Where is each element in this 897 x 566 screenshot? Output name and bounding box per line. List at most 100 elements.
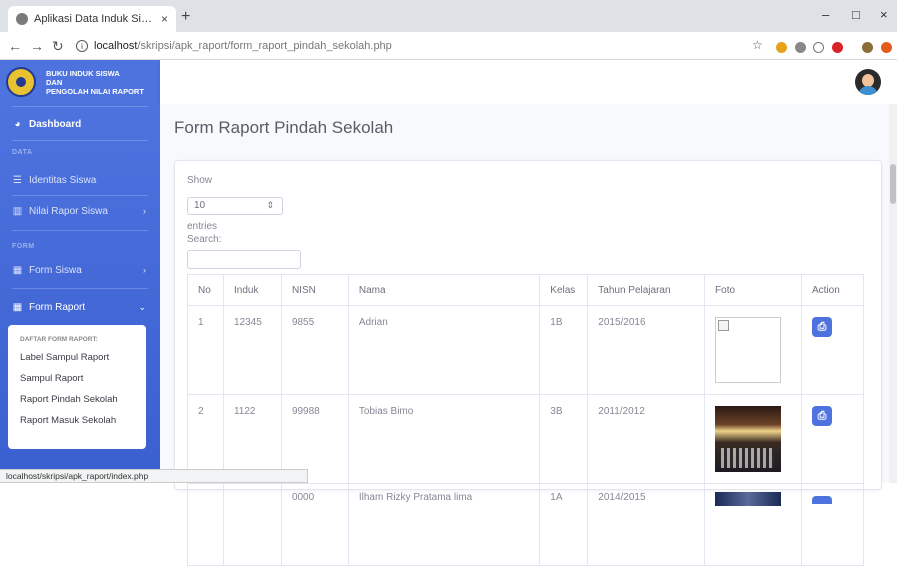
datatable-card: Show 10 ⇕ entries Search: No Induk NISN …: [174, 160, 882, 566]
sidebar-item-form-raport[interactable]: ▦ Form Raport ⌄: [0, 297, 160, 317]
browser-tab[interactable]: Aplikasi Data Induk Siswa Dan N ×: [8, 6, 176, 32]
cell-nama: Ilham Rizky Pratama lima: [347, 483, 541, 566]
sidebar-item-form-siswa[interactable]: ▦ Form Siswa ›: [0, 260, 160, 280]
table-icon: ▦: [12, 264, 23, 276]
extension-icon[interactable]: [832, 42, 843, 53]
chevron-right-icon: ›: [143, 265, 146, 275]
sidebar-item-dashboard[interactable]: ◕ Dashboard: [0, 114, 160, 134]
back-arrow-icon[interactable]: ←: [8, 38, 22, 54]
cell-action: ⎙: [801, 305, 864, 395]
profile-icon[interactable]: [862, 42, 873, 53]
window-close-button[interactable]: ×: [880, 7, 888, 22]
minimize-button[interactable]: –: [822, 7, 829, 22]
print-button[interactable]: ⎙: [812, 317, 832, 337]
status-url-bar: localhost/skripsi/apk_raport/index.php: [0, 469, 308, 483]
cell-foto: [704, 483, 802, 566]
submenu-item-label-sampul-raport[interactable]: Label Sampul Raport: [8, 347, 146, 368]
extension-icon[interactable]: [776, 42, 787, 53]
cell-induk: [222, 483, 282, 566]
extension-icon[interactable]: [881, 42, 892, 53]
broken-image-icon: [715, 317, 782, 383]
brand-text: BUKU INDUK SISWA DAN PENGOLAH NILAI RAPO…: [46, 69, 144, 96]
print-button[interactable]: [812, 496, 832, 504]
cell-kelas: 1A: [539, 483, 589, 566]
school-logo-icon: [6, 67, 36, 97]
sidebar-item-label: Form Siswa: [29, 264, 82, 276]
tab-close-icon[interactable]: ×: [161, 12, 168, 26]
column-header[interactable]: No: [187, 274, 224, 306]
submenu-item-raport-masuk-sekolah[interactable]: Raport Masuk Sekolah: [8, 410, 146, 431]
avatar[interactable]: [855, 69, 881, 95]
entries-select[interactable]: 10 ⇕: [187, 197, 283, 215]
cell-kelas: 1B: [539, 305, 589, 395]
chart-bar-icon: ▥: [12, 205, 23, 217]
favicon-icon: [16, 13, 28, 25]
print-button[interactable]: ⎙: [812, 406, 832, 426]
browser-tab-strip: Aplikasi Data Induk Siswa Dan N × + – □ …: [0, 0, 897, 32]
cell-no: [187, 483, 224, 566]
cell-tahun: 2011/2012: [587, 394, 706, 484]
url-field[interactable]: i localhost/skripsi/apk_raport/form_rapo…: [76, 35, 716, 57]
extension-icon[interactable]: [795, 42, 806, 53]
cell-tahun: 2014/2015: [587, 483, 706, 566]
entries-value: 10: [194, 200, 206, 211]
site-info-icon[interactable]: i: [76, 40, 88, 52]
sidebar-brand[interactable]: BUKU INDUK SISWA DAN PENGOLAH NILAI RAPO…: [0, 60, 160, 104]
sidebar-divider: [12, 140, 148, 141]
cell-induk: 12345: [222, 305, 282, 395]
cell-no: 1: [187, 305, 224, 395]
table-header-row: No Induk NISN Nama Kelas Tahun Pelajaran…: [187, 274, 864, 306]
column-header[interactable]: NISN: [280, 274, 349, 306]
page-scrollbar[interactable]: [889, 104, 897, 483]
list-icon: ☰: [13, 174, 22, 186]
cell-nama: Adrian: [347, 305, 541, 395]
column-header[interactable]: Induk: [222, 274, 282, 306]
chevron-right-icon: ›: [143, 206, 146, 216]
cell-nisn: 0000: [280, 483, 349, 566]
column-header[interactable]: Foto: [704, 274, 802, 306]
student-photo: [715, 492, 782, 506]
scrollbar-thumb[interactable]: [890, 164, 896, 204]
print-icon: ⎙: [817, 409, 827, 422]
cell-foto: [704, 305, 802, 395]
sidebar-item-identitas-siswa[interactable]: ☰ Identitas Siswa: [0, 170, 160, 190]
address-bar-row: ← → ↻ i localhost/skripsi/apk_raport/for…: [0, 32, 897, 60]
forward-arrow-icon[interactable]: →: [30, 38, 44, 54]
bookmark-star-icon[interactable]: ☆: [752, 38, 763, 52]
dashboard-icon: ◕: [14, 118, 21, 130]
brand-line: DAN: [46, 77, 63, 87]
url-path: /skripsi/apk_raport/form_raport_pindah_s…: [137, 40, 392, 52]
search-input[interactable]: [187, 250, 301, 269]
maximize-button[interactable]: □: [852, 7, 860, 22]
search-label: Search:: [187, 234, 222, 245]
submenu-item-raport-pindah-sekolah[interactable]: Raport Pindah Sekolah: [8, 389, 146, 410]
select-arrow-icon: ⇕: [266, 200, 274, 210]
sidebar-divider: [12, 288, 148, 289]
form-raport-submenu: DAFTAR FORM RAPORT: Label Sampul Raport …: [8, 325, 146, 449]
sidebar-divider: [12, 230, 148, 231]
cell-action: [801, 483, 864, 566]
main-content: Form Raport Pindah Sekolah Show 10 ⇕ ent…: [160, 104, 897, 566]
cell-foto: [704, 394, 802, 484]
column-header[interactable]: Kelas: [539, 274, 589, 306]
column-header[interactable]: Nama: [347, 274, 541, 306]
reload-icon[interactable]: ↻: [52, 38, 64, 55]
page-title: Form Raport Pindah Sekolah: [174, 118, 394, 137]
show-label: Show: [187, 175, 213, 186]
chevron-down-icon: ⌄: [138, 301, 146, 312]
table-icon: ▦: [12, 301, 23, 313]
column-header[interactable]: Tahun Pelajaran: [587, 274, 706, 306]
new-tab-button[interactable]: +: [181, 8, 190, 26]
cell-tahun: 2015/2016: [587, 305, 706, 395]
sidebar-divider: [12, 106, 148, 107]
column-header[interactable]: Action: [801, 274, 864, 306]
sidebar-item-nilai-rapor-siswa[interactable]: ▥ Nilai Rapor Siswa ›: [0, 201, 160, 221]
home-icon[interactable]: [813, 42, 824, 53]
data-table: No Induk NISN Nama Kelas Tahun Pelajaran…: [187, 274, 864, 566]
brand-line: BUKU INDUK SISWA: [46, 68, 120, 78]
submenu-item-sampul-raport[interactable]: Sampul Raport: [8, 368, 146, 389]
entries-label: entries: [187, 221, 218, 232]
submenu-heading: DAFTAR FORM RAPORT:: [20, 336, 98, 343]
sidebar-item-label: Dashboard: [29, 118, 82, 130]
cell-nisn: 9855: [280, 305, 349, 395]
